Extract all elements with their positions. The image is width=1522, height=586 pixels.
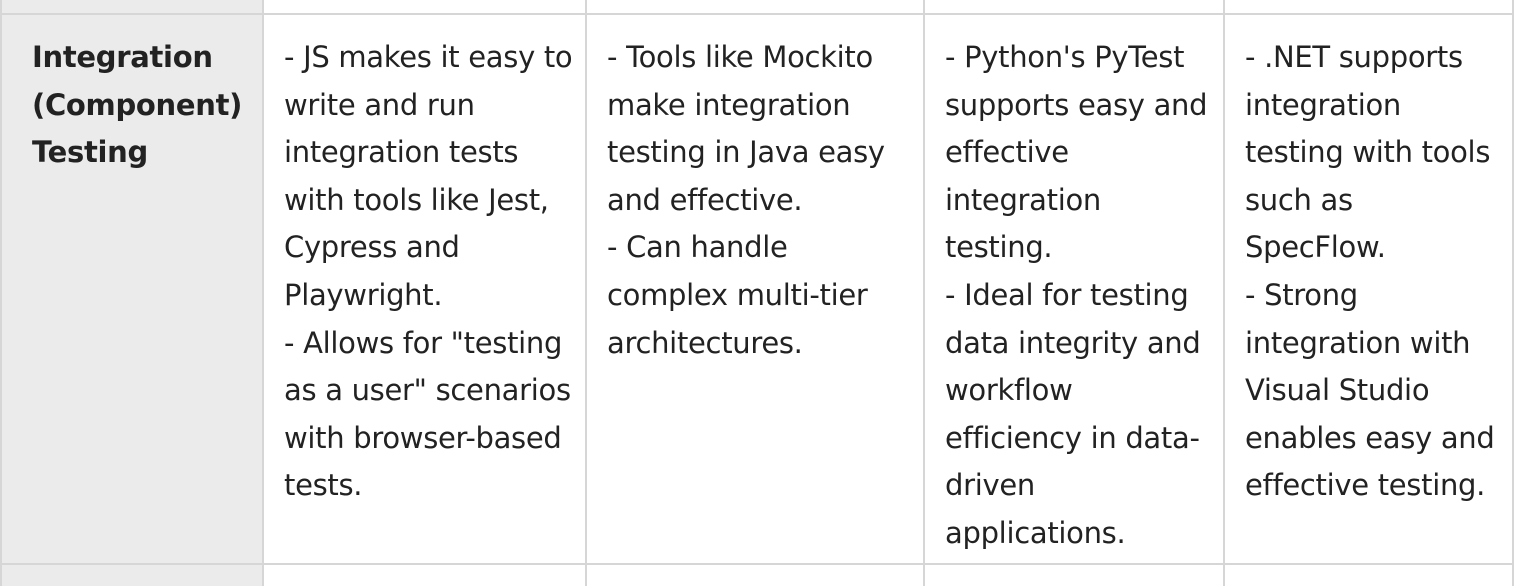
table-cell-empty [923,0,1225,15]
cell-point: - Tools like Mockito make integration te… [607,40,885,217]
table-cell-empty [262,563,587,586]
table-cell-empty [1223,0,1514,15]
cell-point: - Strong integration with Visual Studio … [1245,277,1495,503]
table-cell-empty [923,563,1225,586]
table-cell-javascript: - JS makes it easy to write and run inte… [262,13,587,565]
table-row-next-partial [0,563,1514,586]
table-cell-empty [585,0,925,15]
row-header-integration-testing: Integration (Component) Testing [0,13,264,565]
table-cell-empty [585,563,925,586]
table-cell-empty [0,563,264,586]
table-cell-python: - Python's PyTest supports easy and effe… [923,13,1225,565]
table-cell-dotnet: - .NET supports integration testing with… [1223,13,1514,565]
cell-point: - Python's PyTest supports easy and effe… [945,40,1208,265]
cell-point: - Ideal for testing data integrity and w… [945,277,1201,550]
table-cell-empty [1223,563,1514,586]
table-cell-java: - Tools like Mockito make integration te… [585,13,925,565]
table-cell-empty [0,0,264,15]
comparison-table: Integration (Component) Testing - JS mak… [0,0,1514,586]
table-cell-empty [262,0,587,15]
cell-point: - Can handle complex multi-tier architec… [607,230,868,360]
cell-point: - .NET supports integration testing with… [1245,40,1491,265]
comparison-table-viewport: Integration (Component) Testing - JS mak… [0,0,1522,586]
table-row-integration-testing: Integration (Component) Testing - JS mak… [0,13,1514,565]
cell-point: - Allows for "testing as a user" scenari… [284,325,571,503]
cell-point: - JS makes it easy to write and run inte… [284,40,573,312]
table-row-previous-partial [0,0,1514,15]
